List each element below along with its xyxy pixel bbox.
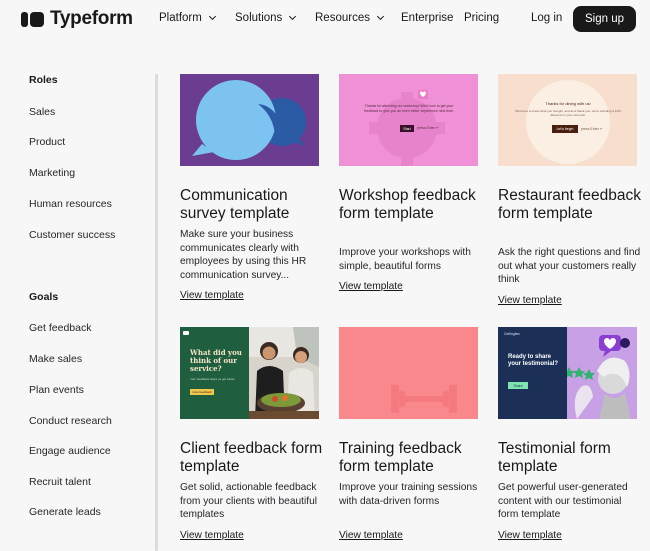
sidebar-item-product[interactable]: Product: [29, 136, 65, 148]
testimonial-portrait-photo: [567, 327, 637, 419]
view-template-link[interactable]: View template: [180, 290, 244, 301]
nav-resources-label: Resources: [315, 12, 370, 24]
card-description: Make sure your business communicates cle…: [180, 229, 307, 281]
chevron-down-icon: [208, 12, 216, 21]
client-thumb-heading: What did you think of our service?: [190, 348, 242, 373]
login-label: Log in: [531, 12, 563, 24]
view-template-link[interactable]: View template: [339, 281, 403, 292]
sidebar-item-make-sales[interactable]: Make sales: [29, 353, 82, 365]
people-cooking-photo: [249, 327, 319, 419]
nav-solutions-label: Solutions: [235, 12, 283, 24]
sidebar-item-customer-success[interactable]: Customer success: [29, 229, 115, 241]
sidebar-item-sales[interactable]: Sales: [29, 106, 55, 118]
sidebar-item-plan-events[interactable]: Plan events: [29, 384, 84, 396]
goals-heading: Goals: [29, 291, 59, 303]
restaurant-thumb-subtext: We'd love to know what you thought, and …: [515, 109, 621, 117]
chevron-down-icon: [376, 12, 385, 21]
nav-platform[interactable]: Platform: [159, 12, 216, 24]
sidebar-item-marketing[interactable]: Marketing: [29, 167, 75, 179]
sidebar-item-generate-leads[interactable]: Generate leads: [29, 506, 101, 518]
testimonial-thumb-brand: Ceilingfan: [504, 332, 520, 336]
sidebar-item-conduct-research[interactable]: Conduct research: [29, 415, 112, 427]
sidebar-item-engage-audience[interactable]: Engage audience: [29, 445, 111, 457]
roles-heading: Roles: [29, 74, 58, 86]
client-thumb-button: Give feedback: [190, 389, 214, 395]
testimonial-thumb-button: Share: [508, 382, 528, 389]
card-description: Get powerful user-generated content with…: [498, 482, 628, 521]
testimonial-thumb-heading: Ready to share your testimonial?: [508, 354, 559, 367]
top-nav: Typeform Platform Solutions Resources En…: [0, 0, 650, 38]
workshop-thumb-hint: press Enter ↵: [417, 126, 439, 130]
nav-enterprise[interactable]: Enterprise: [401, 12, 453, 24]
typeform-logo-icon: [21, 11, 44, 27]
nav-platform-label: Platform: [159, 12, 202, 24]
view-template-link[interactable]: View template: [498, 295, 562, 306]
restaurant-thumb-button: Let's begin: [552, 125, 578, 133]
chevron-down-icon: [289, 12, 297, 21]
speech-bubbles-icon: [192, 80, 306, 160]
card-title[interactable]: Training feedback form template: [339, 440, 489, 476]
card-title[interactable]: Communication survey template: [180, 187, 330, 223]
restaurant-feedback-thumbnail[interactable]: Thanks for dining with us! We'd love to …: [498, 74, 637, 166]
card-description: Improve your training sessions with data…: [339, 482, 478, 507]
typeform-logo[interactable]: Typeform: [21, 8, 133, 30]
client-feedback-thumbnail[interactable]: What did you think of our service? Your …: [180, 327, 319, 419]
nav-pricing[interactable]: Pricing: [464, 12, 499, 24]
sidebar-item-get-feedback[interactable]: Get feedback: [29, 322, 91, 334]
restaurant-thumb-text: Thanks for dining with us!: [545, 101, 591, 106]
signup-button[interactable]: Sign up: [573, 6, 636, 32]
plate-decoration: [526, 80, 610, 164]
card-description: Ask the right questions and find out wha…: [498, 247, 641, 286]
workshop-thumb-start-button: Start: [400, 125, 414, 132]
view-template-link[interactable]: View template: [339, 530, 403, 541]
communication-survey-thumbnail[interactable]: [180, 74, 319, 166]
logo-text: Typeform: [50, 8, 133, 29]
restaurant-thumb-hint: press Enter ↵: [581, 127, 603, 131]
nav-enterprise-label: Enterprise: [401, 12, 454, 24]
dumbbell-icon: [391, 385, 457, 413]
card-description: Get solid, actionable feedback from your…: [180, 482, 318, 521]
login-link[interactable]: Log in: [531, 12, 562, 24]
nav-resources[interactable]: Resources: [315, 12, 385, 24]
view-template-link[interactable]: View template: [180, 530, 244, 541]
nav-solutions[interactable]: Solutions: [235, 12, 297, 24]
card-title[interactable]: Testimonial form template: [498, 440, 648, 476]
workshop-feedback-thumbnail[interactable]: Thanks for attending our workshop! We'd …: [339, 74, 478, 166]
testimonial-form-thumbnail[interactable]: Ceilingfan Ready to share your testimoni…: [498, 327, 637, 419]
card-title[interactable]: Restaurant feedback form template: [498, 187, 648, 223]
brand-logo-icon: [183, 331, 189, 335]
sidebar-scrollbar[interactable]: [155, 74, 158, 551]
workshop-thumb-text: Thanks for attending our workshop! We'd …: [364, 104, 454, 113]
card-title[interactable]: Client feedback form template: [180, 440, 330, 476]
sidebar-item-recruit-talent[interactable]: Recruit talent: [29, 476, 91, 488]
gear-shape-decoration: [369, 90, 445, 166]
nav-pricing-label: Pricing: [464, 12, 500, 24]
training-feedback-thumbnail[interactable]: [339, 327, 478, 419]
card-description: Improve your workshops with simple, beau…: [339, 247, 471, 272]
card-title[interactable]: Workshop feedback form template: [339, 187, 489, 223]
client-thumb-subtext: Your feedback helps us get better.: [190, 377, 236, 381]
sidebar-item-human-resources[interactable]: Human resources: [29, 198, 112, 210]
view-template-link[interactable]: View template: [498, 530, 562, 541]
